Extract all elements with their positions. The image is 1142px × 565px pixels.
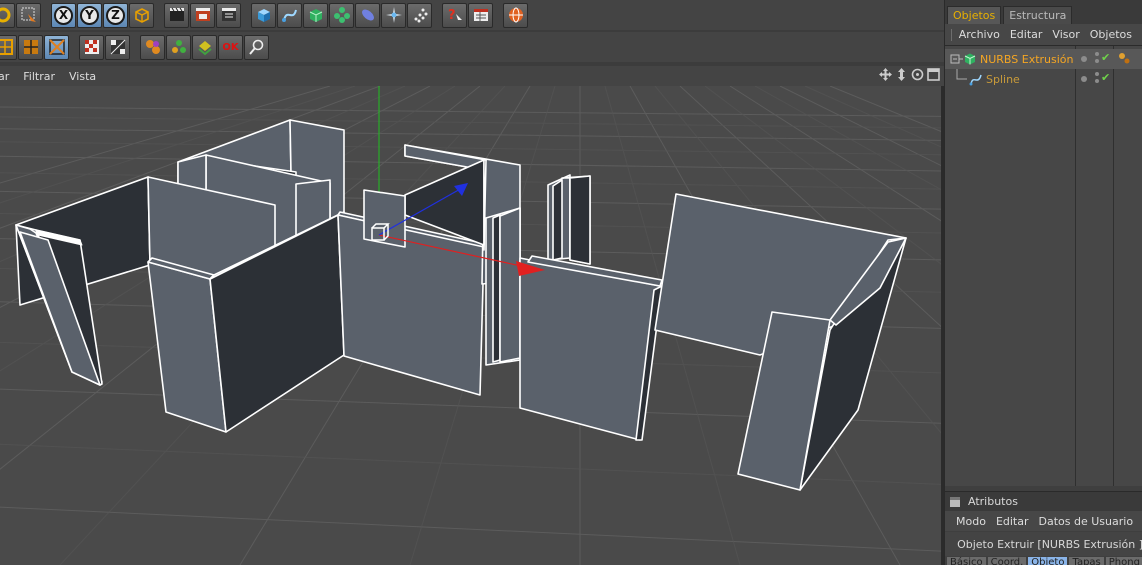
enabled-check-icon[interactable]: ✔ [1101, 51, 1110, 64]
tab-objects[interactable]: Objetos [947, 6, 1002, 24]
attributes-menu: Modo Editar Datos de Usuario [945, 511, 1142, 531]
panel-icon[interactable] [950, 496, 960, 507]
object-manager-panel: Objetos Estructura Archivo Editar Visor … [944, 0, 1142, 565]
help-cursor-icon[interactable]: ? [442, 2, 467, 28]
object-manager-menu: Archivo Editar Visor Objetos [945, 24, 1142, 46]
axis-z-icon[interactable]: Z [103, 2, 128, 28]
render-dot-icon[interactable] [1095, 72, 1099, 76]
viewport-menu-filter[interactable]: Filtrar [23, 70, 55, 83]
column-divider [1113, 46, 1114, 486]
viewport-menu-item[interactable]: ar [0, 70, 9, 83]
menu-edit[interactable]: Editar [996, 515, 1029, 528]
viewport-nav-controls [879, 68, 940, 81]
object-mode-icon[interactable] [18, 34, 43, 60]
column-divider [1075, 46, 1076, 486]
visibility-dot-icon[interactable] [1081, 76, 1087, 82]
web-icon[interactable] [503, 2, 528, 28]
timeline-icon[interactable] [468, 2, 493, 28]
viewport-menu-view[interactable]: Vista [69, 70, 96, 83]
list-item-nurbs-extrusion[interactable]: NURBS Extrusión ✔ [945, 49, 1142, 69]
render-view-icon[interactable] [164, 2, 189, 28]
svg-text:?: ? [448, 8, 456, 23]
render-picture-icon[interactable] [190, 2, 215, 28]
points-mode-icon[interactable] [140, 34, 165, 60]
render-dot-icon[interactable] [1095, 52, 1099, 56]
coordinate-system-icon[interactable] [129, 2, 154, 28]
ok-icon[interactable]: OK [218, 34, 243, 60]
tab-structure[interactable]: Estructura [1003, 6, 1073, 24]
menu-edit[interactable]: Editar [1010, 28, 1043, 41]
select-icon[interactable] [16, 2, 41, 28]
deformer-icon[interactable] [355, 2, 380, 28]
rotate-view-icon[interactable] [911, 68, 924, 81]
main-toolbar: X Y Z ? [0, 0, 944, 30]
extrude-nurbs-icon [964, 53, 976, 65]
object-type-label: Objeto Extruir [NURBS Extrusión ] [957, 537, 1142, 551]
visibility-dot-icon[interactable] [1081, 56, 1087, 62]
attributes-header: Atributos [945, 491, 1142, 511]
grip-icon[interactable] [951, 28, 954, 41]
array-icon[interactable] [329, 2, 354, 28]
attributes-title: Atributos [968, 495, 1018, 508]
checker-icon[interactable] [79, 34, 104, 60]
object-list[interactable]: NURBS Extrusión ✔ Spline ✔ [945, 46, 1142, 486]
menu-view[interactable]: Visor [1052, 28, 1079, 41]
tag-phong-icon[interactable] [1117, 51, 1131, 65]
maximize-view-icon[interactable] [927, 68, 940, 81]
menu-file[interactable]: Archivo [959, 28, 1000, 41]
tab-coord[interactable]: Coord. [987, 557, 1027, 565]
texture-mode-icon[interactable] [44, 34, 69, 60]
polygons-mode-icon[interactable] [192, 34, 217, 60]
render-settings-icon[interactable] [216, 2, 241, 28]
axis-x-icon[interactable]: X [51, 2, 76, 28]
mode-toolbar: OK [0, 32, 944, 62]
editor-dot-icon[interactable] [1095, 59, 1099, 63]
particle-icon[interactable] [407, 2, 432, 28]
attributes-tabs: Básico Coord. Objeto Tapas Phong [947, 557, 1142, 565]
spline-icon [969, 74, 982, 86]
axis-y-icon[interactable]: Y [77, 2, 102, 28]
menu-user-data[interactable]: Datos de Usuario [1039, 515, 1134, 528]
tab-object[interactable]: Objeto [1028, 557, 1068, 565]
magnifier-icon[interactable] [244, 34, 269, 60]
3d-viewport[interactable] [0, 86, 941, 565]
viewport-scene[interactable] [0, 86, 941, 565]
manager-tabs: Objetos Estructura [945, 0, 1142, 24]
tree-collapse-icon[interactable] [949, 52, 963, 66]
nurbs-icon[interactable] [303, 2, 328, 28]
viewport-menu-bar: ar Filtrar Vista [0, 66, 944, 86]
zoom-view-icon[interactable] [895, 68, 908, 81]
undo-icon[interactable] [0, 2, 15, 28]
editor-dot-icon[interactable] [1095, 79, 1099, 83]
spline-pen-icon[interactable] [277, 2, 302, 28]
scene-light-icon[interactable] [381, 2, 406, 28]
model-mode-icon[interactable] [0, 34, 17, 60]
tab-phong[interactable]: Phong [1105, 557, 1142, 565]
attributes-object-label: Objeto Extruir [NURBS Extrusión ] [945, 532, 1142, 556]
tab-basic[interactable]: Básico [947, 557, 986, 565]
enabled-check-icon[interactable]: ✔ [1101, 71, 1110, 84]
menu-objects[interactable]: Objetos [1090, 28, 1132, 41]
menu-mode[interactable]: Modo [956, 515, 986, 528]
edges-mode-icon[interactable] [166, 34, 191, 60]
tab-caps[interactable]: Tapas [1069, 557, 1104, 565]
cube-primitive-icon[interactable] [251, 2, 276, 28]
move-view-icon[interactable] [879, 68, 892, 81]
object-name[interactable]: Spline [986, 73, 1020, 86]
object-name[interactable]: NURBS Extrusión [980, 53, 1074, 66]
checker-grid-icon[interactable] [105, 34, 130, 60]
list-item-spline[interactable]: Spline ✔ [945, 69, 1142, 89]
